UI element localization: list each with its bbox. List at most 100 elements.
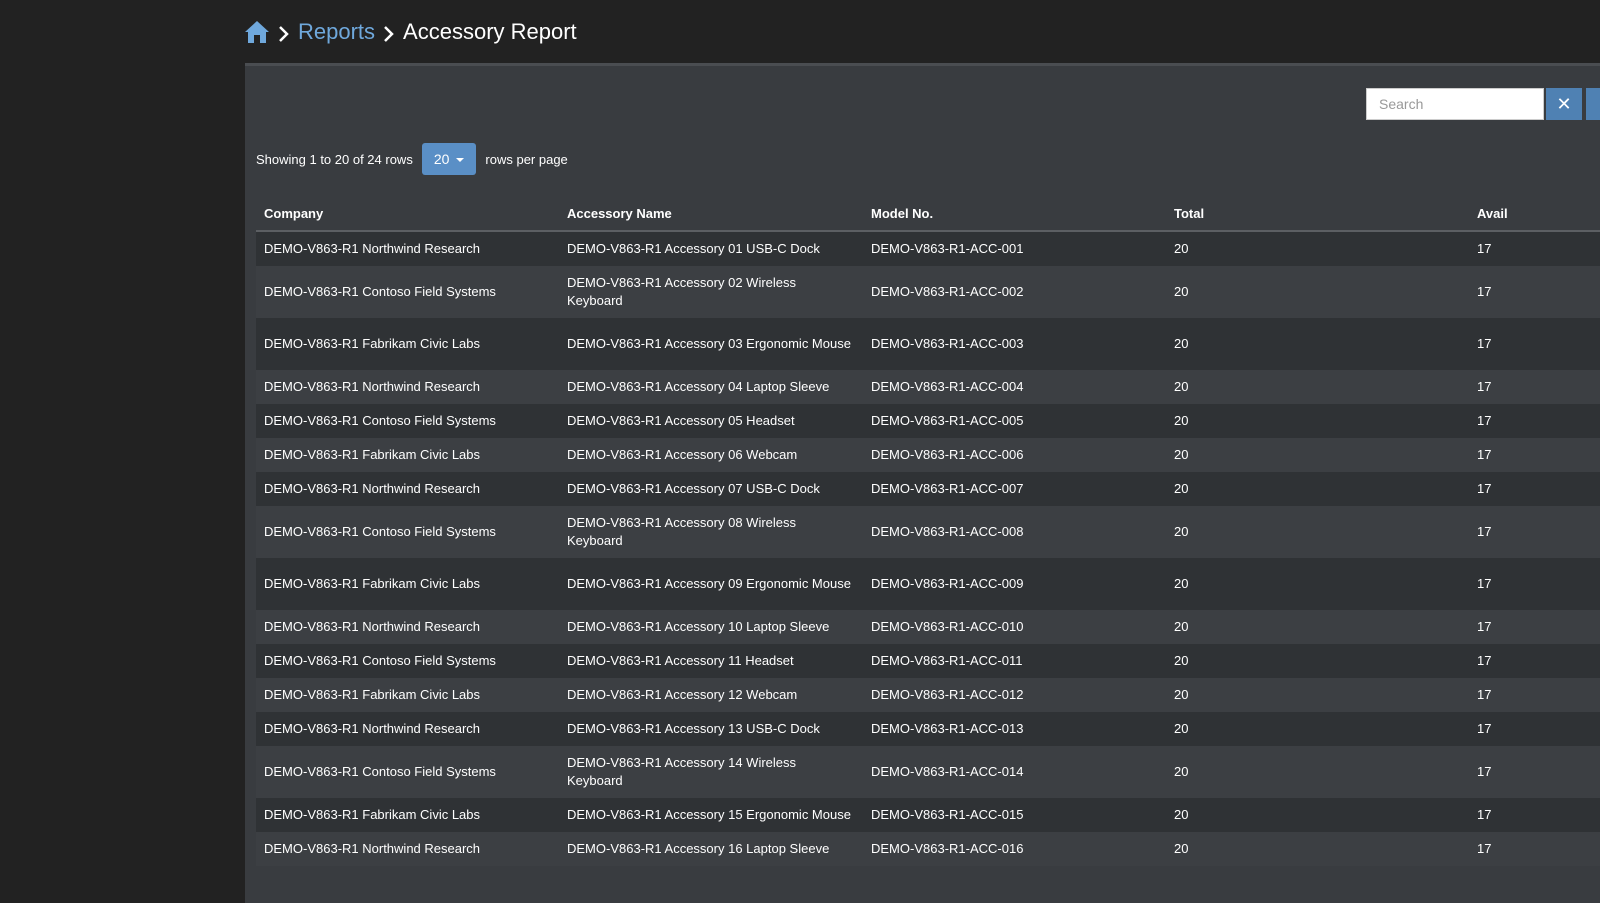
- cell-model-no: DEMO-V863-R1-ACC-007: [863, 472, 1166, 506]
- cell-company: DEMO-V863-R1 Fabrikam Civic Labs: [256, 318, 559, 370]
- cell-accessory-name: DEMO-V863-R1 Accessory 14 Wireless Keybo…: [559, 746, 863, 798]
- cell-model-no: DEMO-V863-R1-ACC-014: [863, 746, 1166, 798]
- cell-total: 20: [1166, 610, 1469, 644]
- cell-company: DEMO-V863-R1 Fabrikam Civic Labs: [256, 678, 559, 712]
- report-panel: Search ✕ Showing 1 to 20 of 24 rows 20 r…: [245, 63, 1600, 903]
- breadcrumb-reports-link[interactable]: Reports: [298, 19, 375, 45]
- cell-total: 20: [1166, 798, 1469, 832]
- cell-accessory-name: DEMO-V863-R1 Accessory 16 Laptop Sleeve: [559, 832, 863, 866]
- cell-avail: 17: [1469, 370, 1600, 404]
- cell-avail: 17: [1469, 266, 1600, 318]
- cell-company: DEMO-V863-R1 Contoso Field Systems: [256, 266, 559, 318]
- table-row[interactable]: DEMO-V863-R1 Northwind Research DEMO-V863…: [256, 712, 1600, 746]
- cell-avail: 17: [1469, 832, 1600, 866]
- table-row[interactable]: DEMO-V863-R1 Northwind Research DEMO-V863…: [256, 610, 1600, 644]
- cell-accessory-name: DEMO-V863-R1 Accessory 13 USB-C Dock: [559, 712, 863, 746]
- breadcrumb: Reports Accessory Report: [244, 14, 577, 50]
- table-row[interactable]: DEMO-V863-R1 Fabrikam Civic Labs DEMO-V86…: [256, 558, 1600, 610]
- pagination-info: Showing 1 to 20 of 24 rows 20 rows per p…: [256, 142, 568, 176]
- home-icon[interactable]: [244, 20, 270, 44]
- cell-avail: 17: [1469, 506, 1600, 558]
- caret-down-icon: [456, 158, 465, 162]
- cell-total: 20: [1166, 404, 1469, 438]
- cell-company: DEMO-V863-R1 Fabrikam Civic Labs: [256, 558, 559, 610]
- column-header-accessory-name[interactable]: Accessory Name: [559, 196, 863, 232]
- column-header-avail[interactable]: Avail: [1469, 196, 1600, 232]
- cell-company: DEMO-V863-R1 Contoso Field Systems: [256, 506, 559, 558]
- table-row[interactable]: DEMO-V863-R1 Northwind Research DEMO-V863…: [256, 231, 1600, 266]
- cell-accessory-name: DEMO-V863-R1 Accessory 07 USB-C Dock: [559, 472, 863, 506]
- cell-total: 20: [1166, 231, 1469, 266]
- page-size-dropdown[interactable]: 20: [421, 143, 477, 175]
- cell-avail: 17: [1469, 404, 1600, 438]
- cell-accessory-name: DEMO-V863-R1 Accessory 08 Wireless Keybo…: [559, 506, 863, 558]
- cell-avail: 17: [1469, 610, 1600, 644]
- cell-model-no: DEMO-V863-R1-ACC-003: [863, 318, 1166, 370]
- cell-accessory-name: DEMO-V863-R1 Accessory 05 Headset: [559, 404, 863, 438]
- cell-company: DEMO-V863-R1 Contoso Field Systems: [256, 404, 559, 438]
- cell-accessory-name: DEMO-V863-R1 Accessory 01 USB-C Dock: [559, 231, 863, 266]
- search-input[interactable]: Search: [1366, 88, 1544, 120]
- cell-company: DEMO-V863-R1 Contoso Field Systems: [256, 746, 559, 798]
- table-row[interactable]: DEMO-V863-R1 Northwind Research DEMO-V863…: [256, 370, 1600, 404]
- table-row[interactable]: DEMO-V863-R1 Northwind Research DEMO-V863…: [256, 832, 1600, 866]
- cell-avail: 17: [1469, 558, 1600, 610]
- cell-model-no: DEMO-V863-R1-ACC-011: [863, 644, 1166, 678]
- column-header-company[interactable]: Company: [256, 196, 559, 232]
- clear-search-button[interactable]: ✕: [1546, 88, 1582, 120]
- cell-total: 20: [1166, 472, 1469, 506]
- cell-model-no: DEMO-V863-R1-ACC-008: [863, 506, 1166, 558]
- cell-total: 20: [1166, 266, 1469, 318]
- cell-avail: 17: [1469, 798, 1600, 832]
- cell-company: DEMO-V863-R1 Northwind Research: [256, 712, 559, 746]
- cell-accessory-name: DEMO-V863-R1 Accessory 15 Ergonomic Mous…: [559, 798, 863, 832]
- cell-avail: 17: [1469, 712, 1600, 746]
- chevron-right-icon: [278, 23, 290, 42]
- cell-total: 20: [1166, 832, 1469, 866]
- cell-model-no: DEMO-V863-R1-ACC-010: [863, 610, 1166, 644]
- table-row[interactable]: DEMO-V863-R1 Contoso Field Systems DEMO-V…: [256, 506, 1600, 558]
- cell-model-no: DEMO-V863-R1-ACC-002: [863, 266, 1166, 318]
- accessory-table: Company Accessory Name Model No. Total A…: [256, 196, 1600, 866]
- cell-total: 20: [1166, 644, 1469, 678]
- cell-accessory-name: DEMO-V863-R1 Accessory 11 Headset: [559, 644, 863, 678]
- cell-total: 20: [1166, 746, 1469, 798]
- cell-company: DEMO-V863-R1 Fabrikam Civic Labs: [256, 798, 559, 832]
- cell-model-no: DEMO-V863-R1-ACC-012: [863, 678, 1166, 712]
- cell-company: DEMO-V863-R1 Northwind Research: [256, 370, 559, 404]
- cell-avail: 17: [1469, 472, 1600, 506]
- cell-model-no: DEMO-V863-R1-ACC-015: [863, 798, 1166, 832]
- cell-avail: 17: [1469, 438, 1600, 472]
- cell-accessory-name: DEMO-V863-R1 Accessory 06 Webcam: [559, 438, 863, 472]
- table-row[interactable]: DEMO-V863-R1 Fabrikam Civic Labs DEMO-V86…: [256, 438, 1600, 472]
- table-row[interactable]: DEMO-V863-R1 Contoso Field Systems DEMO-V…: [256, 266, 1600, 318]
- cell-total: 20: [1166, 370, 1469, 404]
- cell-total: 20: [1166, 438, 1469, 472]
- table-row[interactable]: DEMO-V863-R1 Fabrikam Civic Labs DEMO-V86…: [256, 798, 1600, 832]
- cell-model-no: DEMO-V863-R1-ACC-005: [863, 404, 1166, 438]
- table-row[interactable]: DEMO-V863-R1 Contoso Field Systems DEMO-V…: [256, 644, 1600, 678]
- toolbar-button[interactable]: [1586, 88, 1600, 120]
- cell-avail: 17: [1469, 318, 1600, 370]
- cell-company: DEMO-V863-R1 Northwind Research: [256, 610, 559, 644]
- cell-avail: 17: [1469, 678, 1600, 712]
- cell-company: DEMO-V863-R1 Contoso Field Systems: [256, 644, 559, 678]
- cell-model-no: DEMO-V863-R1-ACC-013: [863, 712, 1166, 746]
- close-icon: ✕: [1556, 93, 1572, 114]
- table-row[interactable]: DEMO-V863-R1 Fabrikam Civic Labs DEMO-V86…: [256, 678, 1600, 712]
- table-row[interactable]: DEMO-V863-R1 Northwind Research DEMO-V863…: [256, 472, 1600, 506]
- cell-total: 20: [1166, 558, 1469, 610]
- cell-model-no: DEMO-V863-R1-ACC-006: [863, 438, 1166, 472]
- cell-avail: 17: [1469, 644, 1600, 678]
- column-header-model-no[interactable]: Model No.: [863, 196, 1166, 232]
- page-size-value: 20: [433, 151, 450, 167]
- cell-company: DEMO-V863-R1 Northwind Research: [256, 832, 559, 866]
- table-row[interactable]: DEMO-V863-R1 Contoso Field Systems DEMO-V…: [256, 404, 1600, 438]
- cell-accessory-name: DEMO-V863-R1 Accessory 04 Laptop Sleeve: [559, 370, 863, 404]
- column-header-total[interactable]: Total: [1166, 196, 1469, 232]
- table-row[interactable]: DEMO-V863-R1 Fabrikam Civic Labs DEMO-V86…: [256, 318, 1600, 370]
- table-row[interactable]: DEMO-V863-R1 Contoso Field Systems DEMO-V…: [256, 746, 1600, 798]
- cell-avail: 17: [1469, 746, 1600, 798]
- cell-avail: 17: [1469, 231, 1600, 266]
- cell-total: 20: [1166, 506, 1469, 558]
